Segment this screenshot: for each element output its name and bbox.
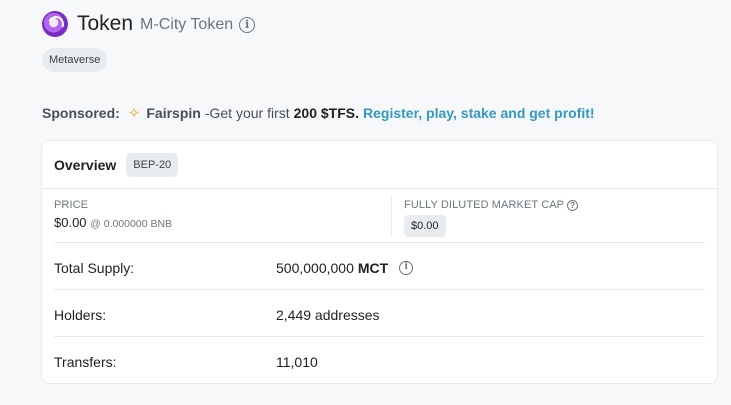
market-cap-value: $0.00 [404, 215, 446, 237]
transfers-value: 11,010 [276, 354, 318, 370]
sponsor-brand: Fairspin [146, 105, 201, 121]
market-cap-label-row: FULLY DILUTED MARKET CAP ? [404, 199, 579, 211]
sponsored-banner: Sponsored: ✧ Fairspin -Get your first 20… [42, 104, 595, 122]
holders-row: Holders: 2,449 addresses [54, 290, 705, 337]
category-tag[interactable]: Metaverse [42, 48, 108, 72]
overview-title: Overview [54, 156, 117, 173]
question-icon[interactable]: ? [567, 199, 579, 211]
price-value: $0.00 [54, 215, 87, 230]
token-symbol: MCT [357, 260, 389, 276]
transfers-label: Transfers: [54, 354, 117, 370]
transfers-row: Transfers: 11,010 [54, 337, 705, 384]
stats-row: PRICE $0.00 @ 0.000000 BNB FULLY DILUTED… [54, 189, 705, 243]
holders-label: Holders: [54, 307, 107, 323]
fairspin-icon: ✧ [127, 105, 141, 122]
stat-divider [391, 197, 392, 235]
page-title: Token [77, 12, 134, 35]
total-supply-value: 500,000,000 [276, 260, 354, 276]
sponsor-link[interactable]: Register, play, stake and get profit! [363, 105, 595, 121]
info-icon[interactable]: i [239, 17, 256, 33]
price-line: $0.00 @ 0.000000 BNB [54, 215, 172, 230]
total-supply-row: Total Supply: 500,000,000 MCT i [54, 243, 705, 290]
price-label: PRICE [54, 199, 89, 211]
overview-card: Overview BEP-20 PRICE $0.00 @ 0.000000 B… [41, 140, 718, 384]
token-logo-icon [42, 11, 68, 37]
token-name: M-City Token [140, 16, 234, 33]
market-cap-label: FULLY DILUTED MARKET CAP [404, 199, 565, 211]
price-stat: PRICE $0.00 @ 0.000000 BNB [54, 199, 172, 230]
overview-header: Overview BEP-20 [42, 141, 717, 189]
total-supply-label: Total Supply: [54, 260, 135, 276]
total-supply-value-wrap: 500,000,000 MCT i [276, 260, 414, 276]
sponsored-label: Sponsored: [42, 105, 120, 121]
token-header: Token M-City Token i [42, 11, 256, 37]
market-cap-stat: FULLY DILUTED MARKET CAP ? $0.00 [404, 199, 579, 237]
holders-value: 2,449 addresses [276, 307, 380, 323]
info-icon[interactable]: i [399, 261, 414, 275]
sponsor-offer: 200 $TFS. [293, 105, 359, 121]
sponsor-text: -Get your first [204, 105, 290, 121]
token-standard-badge: BEP-20 [126, 152, 179, 177]
price-bnb: @ 0.000000 BNB [90, 218, 173, 230]
